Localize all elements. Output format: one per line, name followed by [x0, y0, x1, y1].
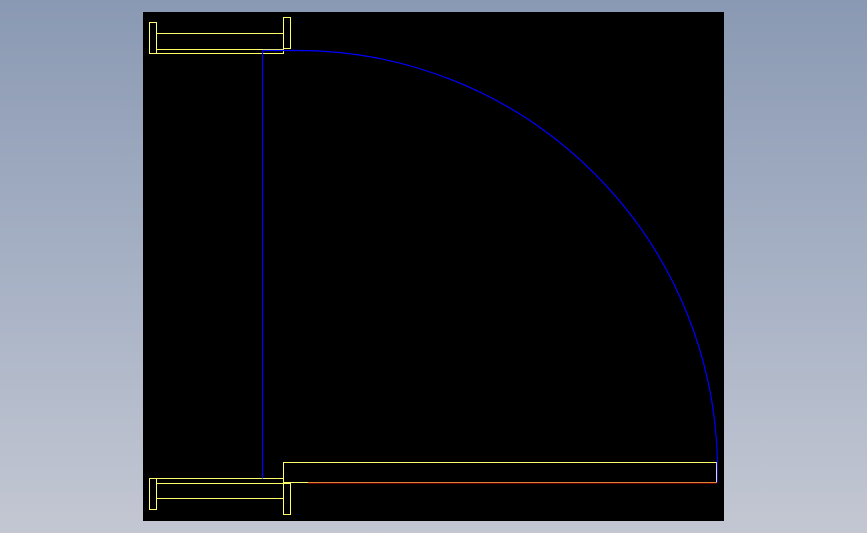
- bottom-flange-left-plate: [149, 478, 157, 510]
- cad-window: { "colors": { "background_top": "#8a99b3…: [0, 0, 867, 533]
- bottom-flange[interactable]: [149, 478, 291, 515]
- horizontal-pipe-strip[interactable]: [283, 462, 717, 483]
- bottom-flange-right-plate: [283, 483, 291, 515]
- elbow-body[interactable]: [261, 49, 719, 483]
- top-flange[interactable]: [149, 17, 291, 54]
- top-flange-right-plate: [283, 17, 291, 49]
- horizontal-pipe-strip-outline: [283, 462, 717, 483]
- bottom-flange-body: [156, 478, 284, 499]
- cad-drawing: [149, 17, 719, 515]
- elbow-quarter-arc: [297, 49, 719, 471]
- top-flange-left-plate: [149, 22, 157, 54]
